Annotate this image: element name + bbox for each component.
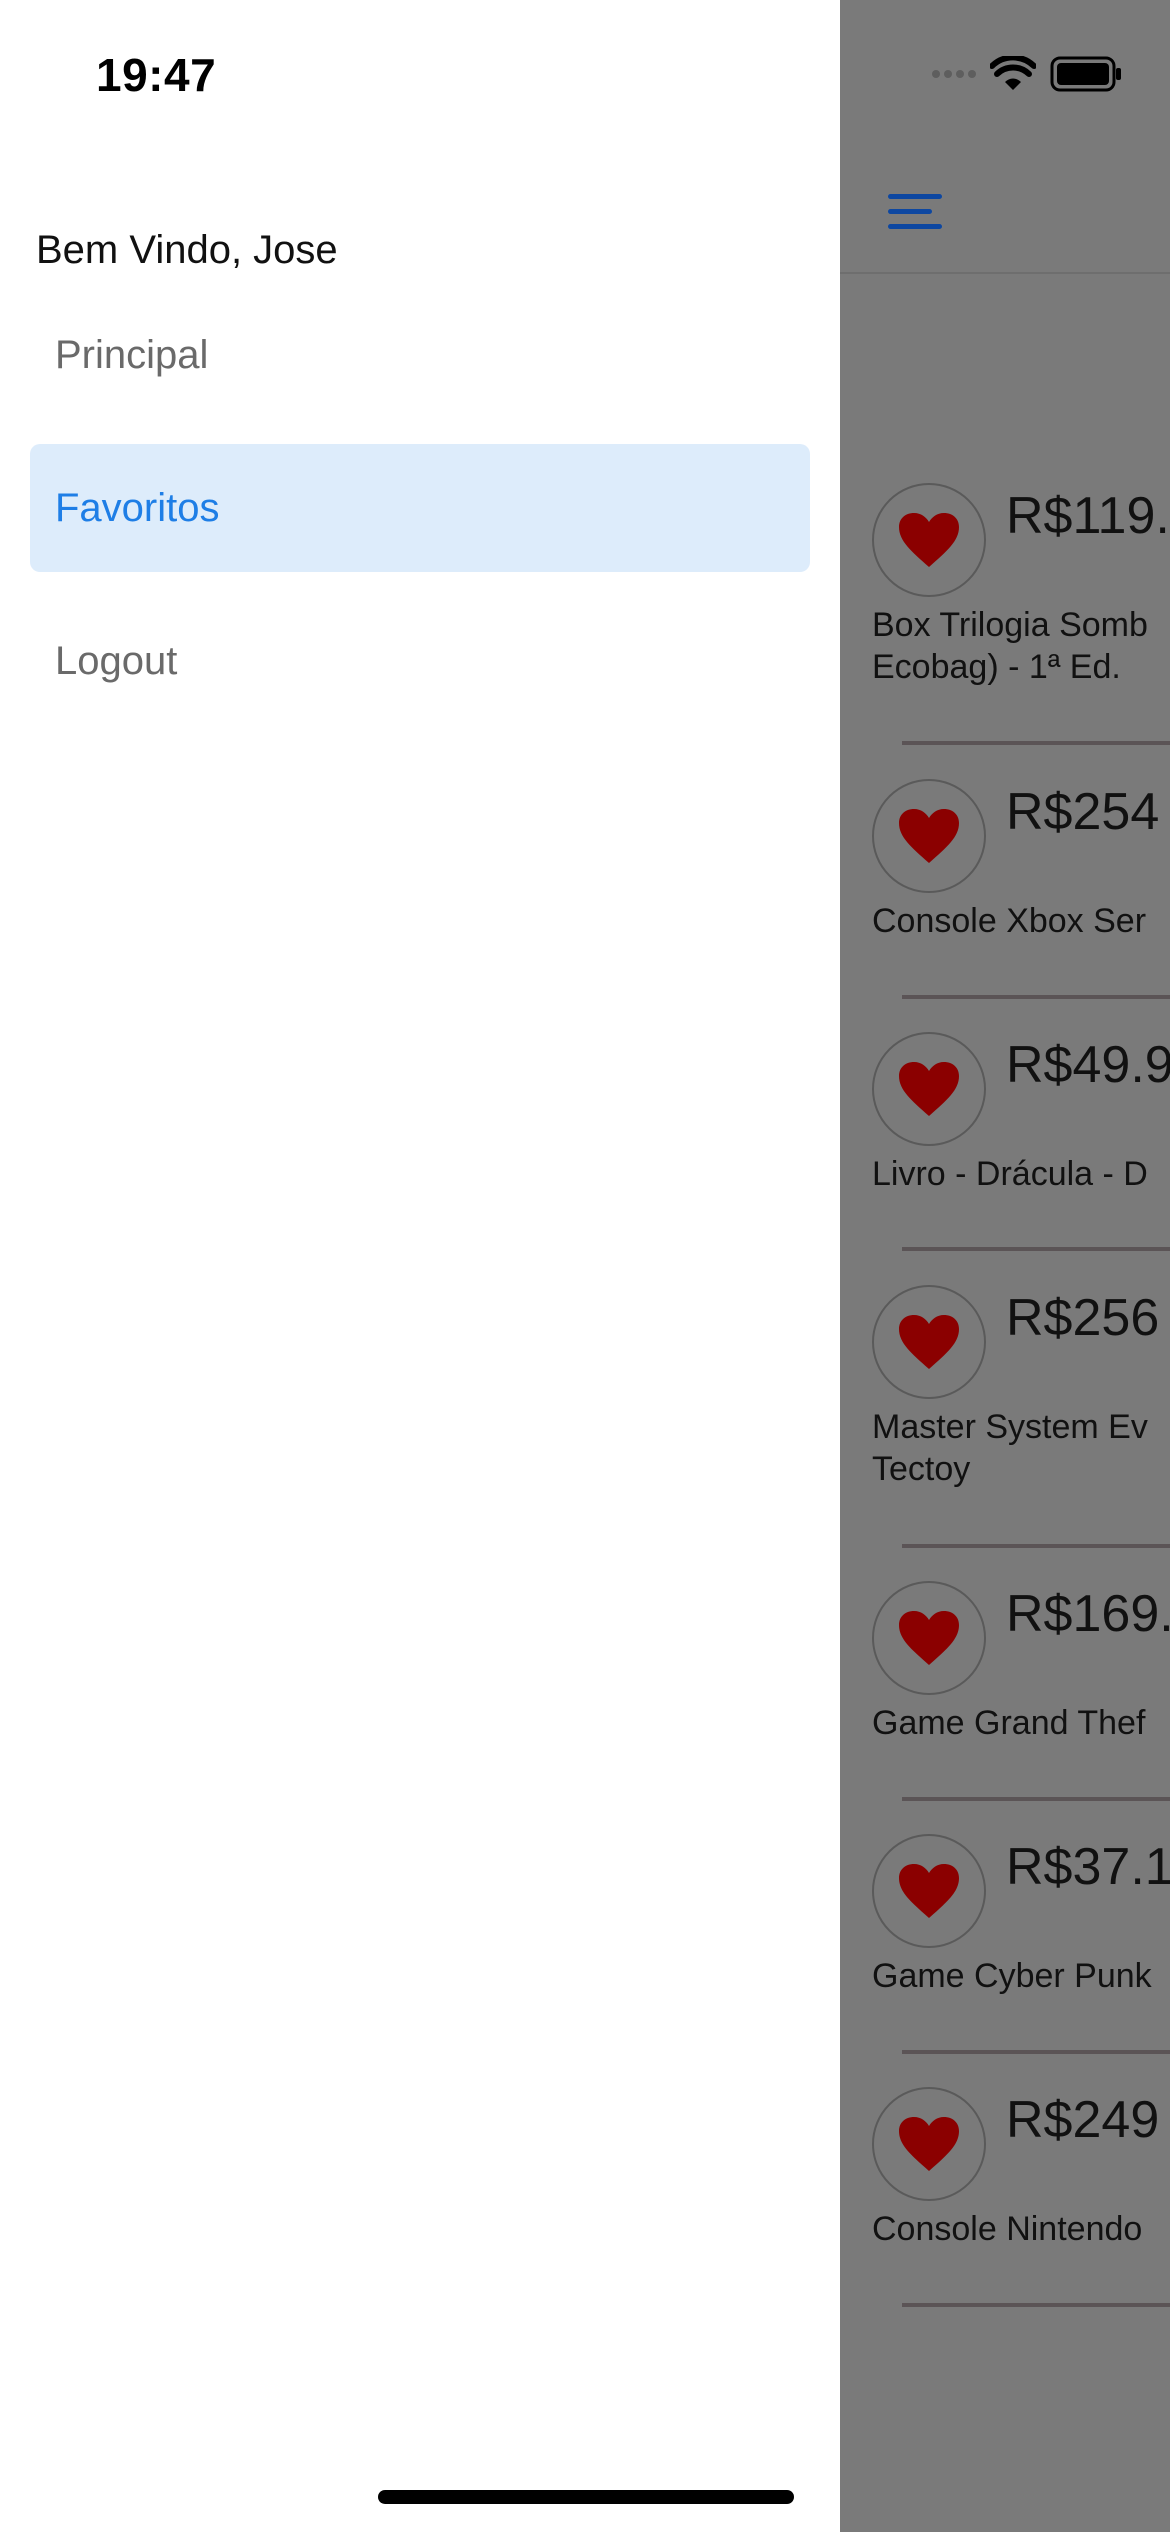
heart-icon xyxy=(899,809,959,863)
drawer-item-label: Logout xyxy=(55,638,178,683)
divider xyxy=(902,1544,1170,1548)
product-title: Game Grand Thef xyxy=(872,1704,1146,1742)
product-price: R$119.9 xyxy=(1006,487,1170,545)
divider xyxy=(902,741,1170,745)
heart-icon xyxy=(899,1864,959,1918)
product-title: Master System Ev Tectoy xyxy=(872,1408,1148,1488)
drawer-item-label: Favoritos xyxy=(55,485,220,530)
favorite-button[interactable] xyxy=(872,1032,986,1146)
product-price: R$249 xyxy=(1006,2091,1160,2149)
favorite-button[interactable] xyxy=(872,779,986,893)
product-price: R$49.9 xyxy=(1006,1036,1170,1094)
favorite-button[interactable] xyxy=(872,1285,986,1399)
product-price: R$256 xyxy=(1006,1289,1160,1347)
wifi-icon xyxy=(990,56,1036,90)
favorite-button[interactable] xyxy=(872,1581,986,1695)
heart-icon xyxy=(899,1611,959,1665)
hamburger-icon xyxy=(888,194,942,229)
favorite-button[interactable] xyxy=(872,1834,986,1948)
welcome-text: Bem Vindo, Jose xyxy=(36,228,338,272)
drawer-item-principal[interactable]: Principal xyxy=(30,291,810,419)
favorite-button[interactable] xyxy=(872,2087,986,2201)
product-title: Game Cyber Punk xyxy=(872,1957,1152,1995)
heart-icon xyxy=(899,1315,959,1369)
divider xyxy=(902,2303,1170,2307)
home-indicator[interactable] xyxy=(378,2490,794,2504)
product-title: Livro - Drácula - D xyxy=(872,1155,1148,1193)
heart-icon xyxy=(899,513,959,567)
product-price: R$169. xyxy=(1006,1585,1170,1643)
drawer-item-label: Principal xyxy=(55,332,209,377)
battery-icon xyxy=(1050,56,1121,92)
divider xyxy=(902,2050,1170,2054)
main-header xyxy=(840,120,1170,274)
divider xyxy=(902,995,1170,999)
drawer-item-logout[interactable]: Logout xyxy=(30,597,810,725)
menu-button[interactable] xyxy=(888,190,942,234)
product-title: Console Xbox Ser xyxy=(872,902,1147,940)
drawer-item-favoritos[interactable]: Favoritos xyxy=(30,444,810,572)
status-icons xyxy=(932,52,1122,96)
product-title: Box Trilogia Somb Ecobag) - 1ª Ed. xyxy=(872,606,1148,686)
main-screen-overlay[interactable]: R$119.9 Box Trilogia Somb Ecobag) - 1ª E… xyxy=(840,0,1170,2532)
divider xyxy=(902,1247,1170,1251)
favorite-button[interactable] xyxy=(872,483,986,597)
cellular-signal-icon xyxy=(932,70,976,78)
product-price: R$254 xyxy=(1006,783,1160,841)
heart-icon xyxy=(899,1062,959,1116)
status-time: 19:47 xyxy=(96,49,217,101)
navigation-drawer: 19:47 Bem Vindo, Jose Principal Favorito… xyxy=(0,0,840,2532)
divider xyxy=(902,1797,1170,1801)
product-price: R$37.1 xyxy=(1006,1838,1170,1896)
product-title: Console Nintendo xyxy=(872,2210,1143,2248)
heart-icon xyxy=(899,2117,959,2171)
